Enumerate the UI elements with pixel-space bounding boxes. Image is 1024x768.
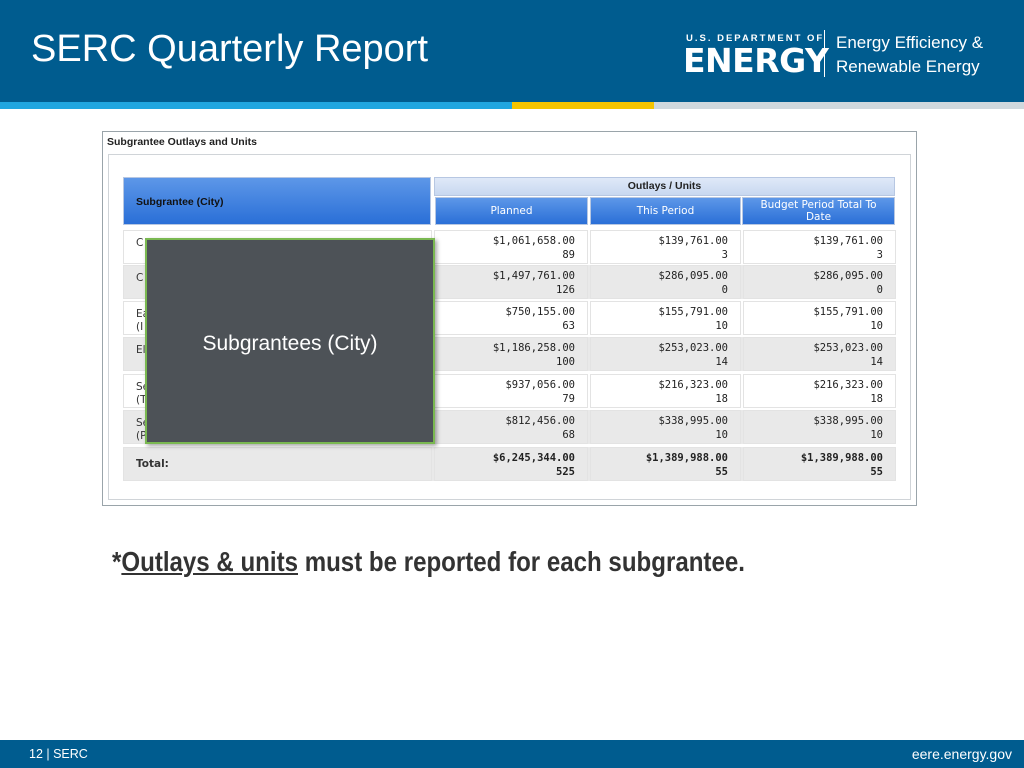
this-period-amount: $338,995.00 bbox=[658, 415, 728, 427]
budget-total-total-amount: $1,389,988.00 bbox=[800, 452, 883, 464]
this-period-cell: $338,995.00 10 bbox=[590, 410, 741, 444]
column-header-subgrantee: Subgrantee (City) bbox=[123, 177, 431, 225]
budget-total-amount: $253,023.00 bbox=[813, 342, 883, 354]
this-period-cell: $253,023.00 14 bbox=[590, 337, 741, 371]
planned-units: 89 bbox=[562, 249, 575, 261]
column-header-budget-total: Budget Period Total To Date bbox=[742, 197, 895, 225]
subgrantee-name-line1: C bbox=[136, 272, 144, 284]
header-stripe-yellow bbox=[512, 102, 654, 109]
subgrantee-name-line1: C bbox=[136, 237, 144, 249]
planned-amount: $1,497,761.00 bbox=[492, 270, 575, 282]
this-period-total-cell: $1,389,988.00 55 bbox=[590, 447, 741, 481]
this-period-cell: $155,791.00 10 bbox=[590, 301, 741, 335]
planned-units: 126 bbox=[556, 284, 575, 296]
budget-total-amount: $155,791.00 bbox=[813, 306, 883, 318]
slide-footer: 12 | SERC eere.energy.gov bbox=[0, 740, 1024, 768]
this-period-cell: $139,761.00 3 bbox=[590, 230, 741, 264]
budget-total-cell: $286,095.00 0 bbox=[743, 265, 896, 299]
budget-total-amount: $216,323.00 bbox=[813, 379, 883, 391]
this-period-amount: $139,761.00 bbox=[658, 235, 728, 247]
column-header-this-period: This Period bbox=[590, 197, 741, 225]
this-period-units: 18 bbox=[715, 393, 728, 405]
this-period-total-units: 55 bbox=[715, 466, 728, 478]
budget-total-total-cell: $1,389,988.00 55 bbox=[743, 447, 896, 481]
budget-total-amount: $139,761.00 bbox=[813, 235, 883, 247]
column-header-budget-line2: Date bbox=[805, 211, 832, 223]
doe-logo-energy-text: ENERGY bbox=[683, 41, 829, 80]
total-label-cell: Total: bbox=[123, 447, 432, 481]
budget-total-amount: $286,095.00 bbox=[813, 270, 883, 282]
planned-cell: $1,186,258.00 100 bbox=[434, 337, 588, 371]
reporting-note: *Outlays & units must be reported for ea… bbox=[112, 546, 745, 578]
note-asterisk: * bbox=[112, 546, 122, 577]
planned-total-units: 525 bbox=[556, 466, 575, 478]
planned-amount: $1,061,658.00 bbox=[492, 235, 575, 247]
this-period-amount: $286,095.00 bbox=[658, 270, 728, 282]
total-label: Total: bbox=[136, 458, 169, 470]
this-period-units: 0 bbox=[721, 284, 728, 296]
budget-total-cell: $216,323.00 18 bbox=[743, 374, 896, 408]
footer-page-label: 12 | SERC bbox=[29, 747, 88, 761]
column-header-planned: Planned bbox=[435, 197, 588, 225]
logo-divider bbox=[824, 30, 825, 77]
this-period-amount: $253,023.00 bbox=[658, 342, 728, 354]
budget-total-units: 10 bbox=[870, 429, 883, 441]
planned-amount: $750,155.00 bbox=[505, 306, 575, 318]
slide-header: SERC Quarterly Report U.S. DEPARTMENT OF… bbox=[0, 0, 1024, 102]
budget-total-total-units: 55 bbox=[870, 466, 883, 478]
planned-amount: $1,186,258.00 bbox=[492, 342, 575, 354]
office-name-line1: Energy Efficiency & bbox=[836, 33, 984, 52]
this-period-units: 10 bbox=[715, 429, 728, 441]
this-period-amount: $216,323.00 bbox=[658, 379, 728, 391]
budget-total-cell: $139,761.00 3 bbox=[743, 230, 896, 264]
planned-cell: $1,061,658.00 89 bbox=[434, 230, 588, 264]
header-stripe-gray bbox=[654, 102, 1024, 109]
planned-total-cell: $6,245,344.00 525 bbox=[434, 447, 588, 481]
budget-total-units: 0 bbox=[876, 284, 883, 296]
slide-title: SERC Quarterly Report bbox=[31, 28, 429, 70]
planned-units: 68 bbox=[562, 429, 575, 441]
this-period-total-amount: $1,389,988.00 bbox=[645, 452, 728, 464]
subgrantees-callout-label: Subgrantees (City) bbox=[202, 332, 378, 355]
budget-total-units: 14 bbox=[870, 356, 883, 368]
budget-total-amount: $338,995.00 bbox=[813, 415, 883, 427]
column-group-outlays-units: Outlays / Units bbox=[434, 177, 895, 196]
this-period-cell: $216,323.00 18 bbox=[590, 374, 741, 408]
budget-total-units: 18 bbox=[870, 393, 883, 405]
planned-cell: $1,497,761.00 126 bbox=[434, 265, 588, 299]
subgrantees-callout-box: Subgrantees (City) bbox=[145, 238, 435, 444]
planned-total-amount: $6,245,344.00 bbox=[492, 452, 575, 464]
table-total-row: Total: $6,245,344.00 525 $1,389,988.00 55 … bbox=[123, 447, 896, 481]
footer-website: eere.energy.gov bbox=[911, 746, 1012, 762]
planned-cell: $750,155.00 63 bbox=[434, 301, 588, 335]
subgrantee-name-line2: (I bbox=[136, 321, 144, 333]
planned-cell: $937,056.00 79 bbox=[434, 374, 588, 408]
note-underlined-text: Outlays & units bbox=[121, 546, 299, 577]
budget-total-units: 3 bbox=[876, 249, 883, 261]
panel-title: Subgrantee Outlays and Units bbox=[107, 136, 257, 148]
this-period-units: 14 bbox=[715, 356, 728, 368]
budget-total-units: 10 bbox=[870, 320, 883, 332]
this-period-units: 10 bbox=[715, 320, 728, 332]
this-period-amount: $155,791.00 bbox=[658, 306, 728, 318]
column-header-budget-line1: Budget Period Total To bbox=[760, 199, 877, 211]
budget-total-cell: $253,023.00 14 bbox=[743, 337, 896, 371]
this-period-units: 3 bbox=[721, 249, 728, 261]
note-rest-text: must be reported for each subgrantee. bbox=[298, 546, 745, 577]
planned-units: 63 bbox=[562, 320, 575, 332]
budget-total-cell: $155,791.00 10 bbox=[743, 301, 896, 335]
this-period-cell: $286,095.00 0 bbox=[590, 265, 741, 299]
office-name-line2: Renewable Energy bbox=[836, 57, 980, 76]
column-header-subgrantee-label: Subgrantee (City) bbox=[136, 196, 224, 208]
planned-units: 100 bbox=[556, 356, 575, 368]
planned-amount: $937,056.00 bbox=[505, 379, 575, 391]
budget-total-cell: $338,995.00 10 bbox=[743, 410, 896, 444]
planned-cell: $812,456.00 68 bbox=[434, 410, 588, 444]
planned-amount: $812,456.00 bbox=[505, 415, 575, 427]
planned-units: 79 bbox=[562, 393, 575, 405]
header-stripe-blue bbox=[0, 102, 512, 109]
